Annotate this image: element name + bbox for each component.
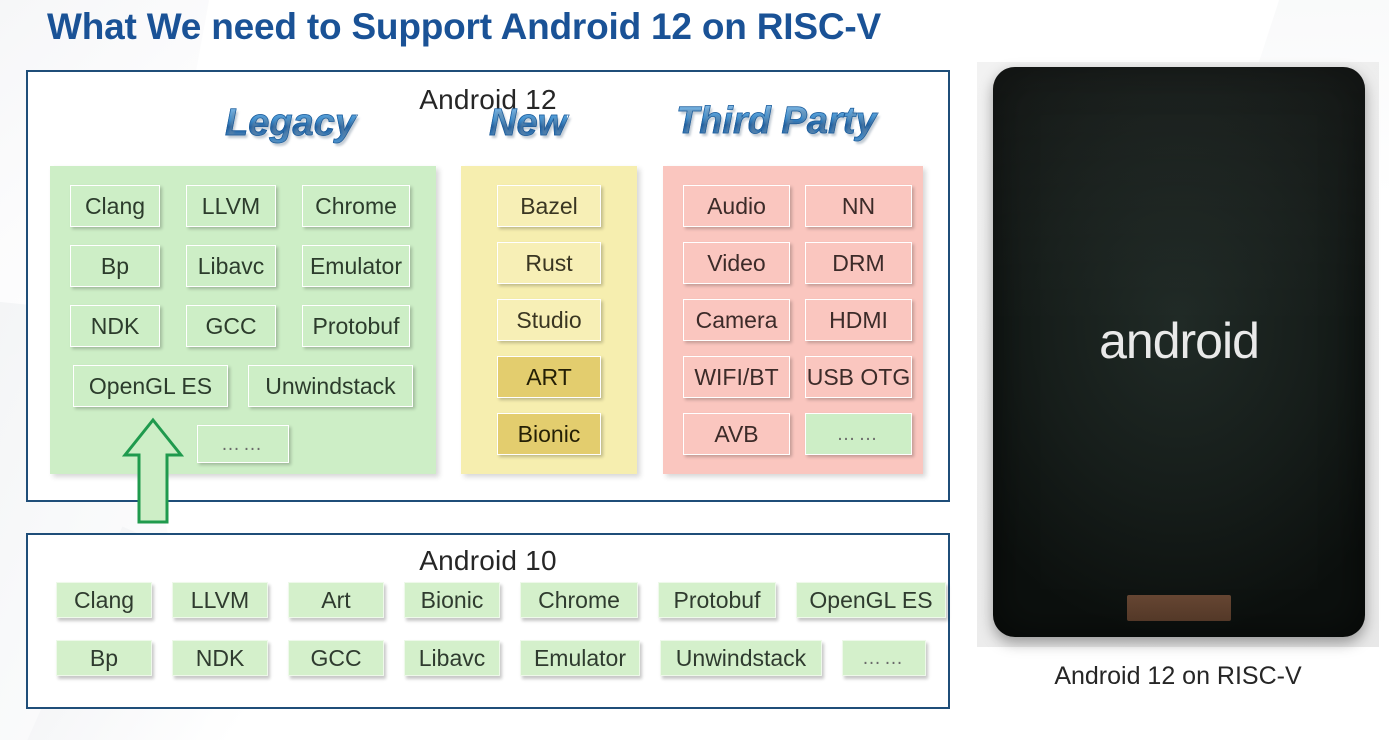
component-chip: AVB	[683, 413, 790, 455]
component-chip: Camera	[683, 299, 790, 341]
component-chip: Unwindstack	[248, 365, 413, 407]
component-chip: OpenGL ES	[73, 365, 228, 407]
component-chip: ……	[197, 425, 289, 463]
component-chip: Bp	[56, 640, 152, 676]
component-chip: Clang	[70, 185, 160, 227]
component-chip: WIFI/BT	[683, 356, 790, 398]
column-heading-legacy: Legacy	[225, 102, 357, 145]
component-chip: Protobuf	[658, 582, 776, 618]
component-chip: NDK	[172, 640, 268, 676]
component-chip: GCC	[186, 305, 276, 347]
component-chip: Video	[683, 242, 790, 284]
component-chip: DRM	[805, 242, 912, 284]
slide-canvas: What We need to Support Android 12 on RI…	[0, 0, 1389, 740]
component-chip: Protobuf	[302, 305, 410, 347]
android10-panel-title: Android 10	[419, 545, 557, 576]
component-chip: ……	[842, 640, 926, 676]
android-wordmark: android	[1099, 313, 1260, 369]
component-chip: Rust	[497, 242, 601, 284]
home-button	[1127, 595, 1231, 621]
component-chip: Emulator	[520, 640, 640, 676]
component-chip: LLVM	[172, 582, 268, 618]
component-chip: Bionic	[404, 582, 500, 618]
screen-glare	[993, 67, 1365, 330]
component-chip: LLVM	[186, 185, 276, 227]
component-chip: Libavc	[404, 640, 500, 676]
photo-caption: Android 12 on RISC-V	[1054, 662, 1302, 690]
component-chip: Libavc	[186, 245, 276, 287]
component-chip: Emulator	[302, 245, 410, 287]
upgrade-arrow-icon	[122, 417, 184, 524]
component-chip: Chrome	[520, 582, 638, 618]
component-chip: USB OTG	[805, 356, 912, 398]
column-heading-new: New	[489, 102, 568, 145]
component-chip: HDMI	[805, 299, 912, 341]
component-chip: Unwindstack	[660, 640, 822, 676]
android10-panel: Android 10	[26, 533, 950, 709]
component-chip: Chrome	[302, 185, 410, 227]
component-chip: ART	[497, 356, 601, 398]
tablet-device: android	[993, 67, 1365, 637]
component-chip: ……	[805, 413, 912, 455]
component-chip: Bazel	[497, 185, 601, 227]
component-chip: NN	[805, 185, 912, 227]
component-chip: Clang	[56, 582, 152, 618]
component-chip: Audio	[683, 185, 790, 227]
component-chip: Bionic	[497, 413, 601, 455]
component-chip: NDK	[70, 305, 160, 347]
component-chip: GCC	[288, 640, 384, 676]
component-chip: OpenGL ES	[796, 582, 946, 618]
component-chip: Art	[288, 582, 384, 618]
component-chip: Studio	[497, 299, 601, 341]
component-chip: Bp	[70, 245, 160, 287]
slide-title: What We need to Support Android 12 on RI…	[47, 6, 881, 47]
device-photo: android	[977, 62, 1379, 647]
column-heading-third-party: Third Party	[676, 100, 877, 143]
